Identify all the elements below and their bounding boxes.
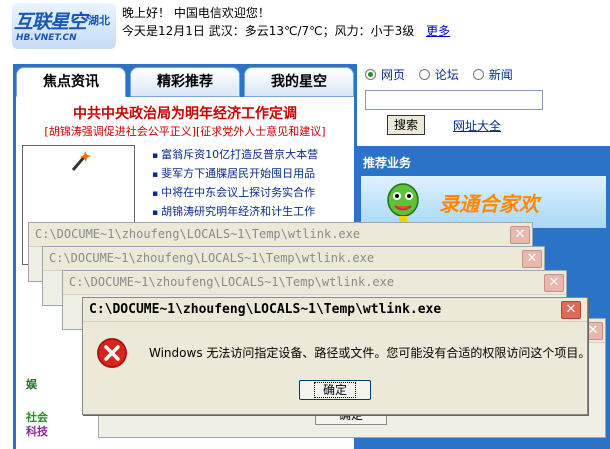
search-scope: 网页 论坛 新闻 [365, 66, 523, 83]
dialog-title: C:\DOCUME~1\zhoufeng\LOCALS~1\Temp\wtlin… [89, 302, 442, 317]
news-item[interactable]: 中将在中东会议上探讨务实合作 [152, 183, 352, 202]
page-header: 互联星空 湖北 HB.VNET.CN 晚上好！ 中国电信欢迎您！ 今天是12月1… [0, 0, 610, 60]
dialog-title: C:\DOCUME~1\zhoufeng\LOCALS~1\Temp\wtlin… [35, 227, 361, 241]
search-button[interactable]: 搜索 [387, 115, 425, 135]
url-directory-link[interactable]: 网址大全 [453, 117, 501, 134]
radio-icon [418, 69, 430, 80]
dialog-titlebar[interactable]: C:\DOCUME~1\zhoufeng\LOCALS~1\Temp\wtlin… [83, 298, 587, 322]
dialog-titlebar[interactable]: C:\DOCUME~1\zhoufeng\LOCALS~1\Temp\wtlin… [63, 271, 566, 295]
mascot-icon [387, 183, 419, 222]
dialog-titlebar[interactable]: C:\DOCUME~1\zhoufeng\LOCALS~1\Temp\wtlin… [29, 223, 532, 247]
dialog-title: C:\DOCUME~1\zhoufeng\LOCALS~1\Temp\wtlin… [49, 251, 375, 265]
weather-text: 今天是12月1日 武汉：多云13℃/7℃；风力：小于3级 [122, 24, 415, 38]
tab-recommended[interactable]: 精彩推荐 [130, 67, 240, 97]
radio-selected-icon [365, 69, 376, 80]
tab-my-space[interactable]: 我的星空 [244, 67, 354, 97]
error-dialog[interactable]: C:\DOCUME~1\zhoufeng\LOCALS~1\Temp\wtlin… [82, 297, 591, 415]
banner-text: 录通合家欢 [439, 192, 539, 216]
portal-logo[interactable]: 互联星空 湖北 HB.VNET.CN [12, 3, 116, 49]
close-icon[interactable]: ✕ [510, 226, 530, 244]
radio-news[interactable]: 新闻 [472, 66, 513, 83]
ok-button-label: 确定 [313, 382, 356, 398]
logo-region: 湖北 [88, 14, 110, 27]
search-input[interactable] [365, 90, 543, 110]
news-tabs: 焦点资讯 精彩推荐 我的星空 [16, 67, 354, 97]
news-subline[interactable]: [胡锦涛强调促进社会公平正义][征求党外人士意见和建议] [16, 123, 354, 139]
radio-web[interactable]: 网页 [365, 66, 405, 83]
news-item[interactable]: 胡锦涛研究明年经济和计生工作 [152, 202, 352, 221]
close-icon[interactable]: ✕ [544, 274, 564, 292]
error-icon [97, 338, 127, 368]
close-icon[interactable]: ✕ [561, 301, 581, 319]
radio-icon [472, 69, 484, 80]
dialog-titlebar[interactable]: C:\DOCUME~1\zhoufeng\LOCALS~1\Temp\wtlin… [43, 247, 544, 271]
close-icon[interactable]: ✕ [522, 250, 542, 268]
recommend-title: 推荐业务 [363, 156, 412, 170]
logo-url: HB.VNET.CN [16, 33, 77, 43]
weather-bar: 今天是12月1日 武汉：多云13℃/7℃；风力：小于3级 更多 [122, 22, 450, 39]
more-link[interactable]: 更多 [426, 24, 450, 38]
dialog-title: C:\DOCUME~1\zhoufeng\LOCALS~1\Temp\wtlin… [69, 275, 395, 289]
radio-forum[interactable]: 论坛 [418, 66, 459, 83]
ok-button[interactable]: 确定 [299, 380, 371, 400]
tab-focus-news[interactable]: 焦点资讯 [16, 67, 126, 97]
recommend-banner[interactable]: 录通合家欢 [361, 176, 606, 228]
magic-wand-icon [71, 151, 91, 171]
category-tech[interactable]: 科技 [26, 423, 48, 439]
logo-text: 互联星空 [14, 11, 87, 33]
news-headline[interactable]: 中共中央政治局为明年经济工作定调 [16, 103, 354, 123]
error-message: Windows 无法访问指定设备、路径或文件。您可能没有合适的权限访问这个项目。 [149, 346, 591, 360]
news-item[interactable]: 富翁斥资10亿打造反普京大本营 [152, 145, 352, 164]
news-list: 富翁斥资10亿打造反普京大本营 斐军方下通牒居民开始囤日用品 中将在中东会议上探… [152, 145, 352, 221]
greeting-text: 晚上好！ 中国电信欢迎您！ [122, 6, 270, 20]
category-entertainment[interactable]: 娱 [26, 376, 37, 392]
news-item[interactable]: 斐军方下通牒居民开始囤日用品 [152, 164, 352, 183]
search-box: 网页 论坛 新闻 搜索 网址大全 [357, 60, 610, 146]
